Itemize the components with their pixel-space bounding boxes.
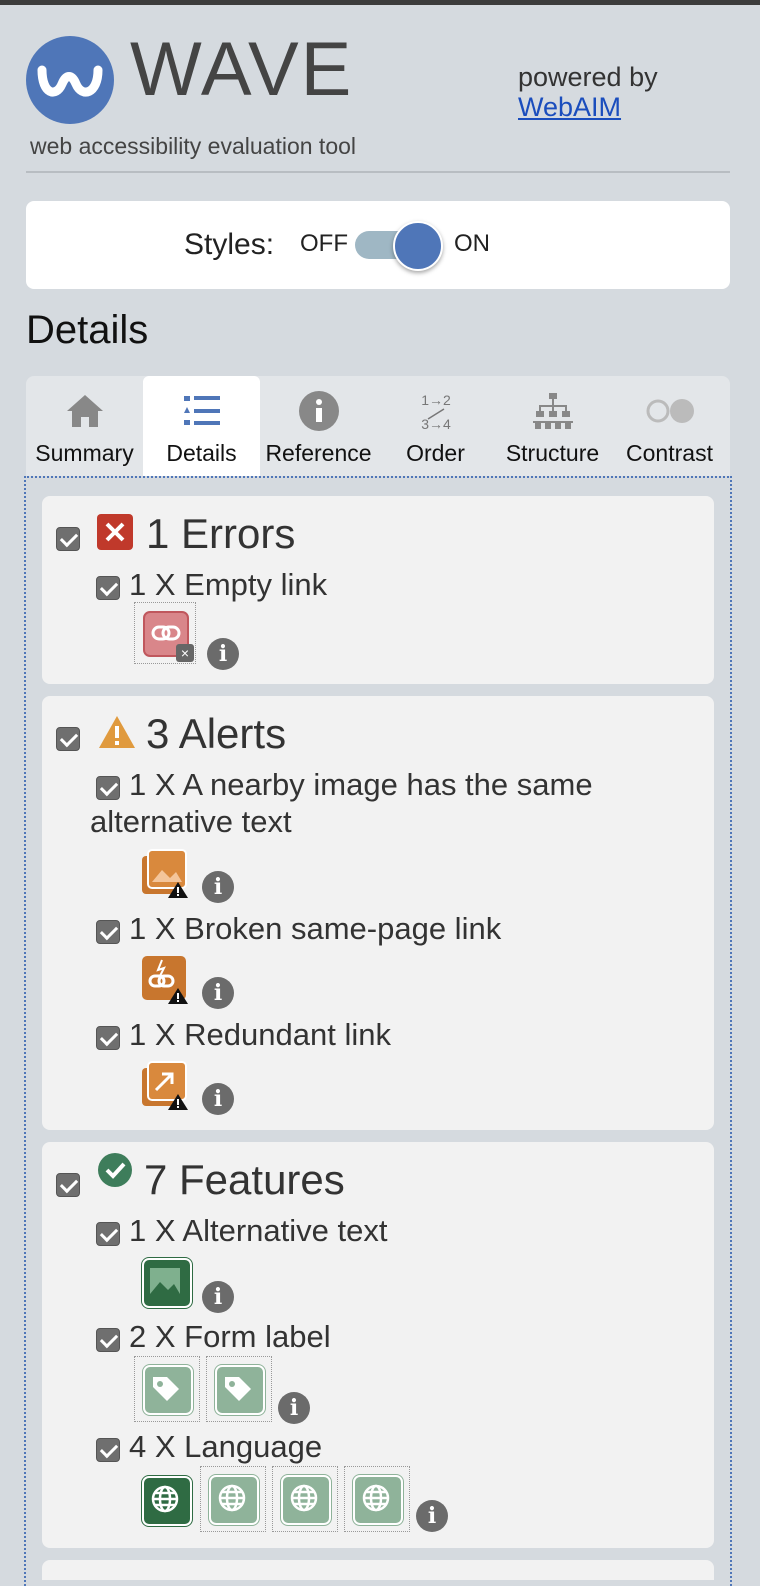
errors-title: 1 Errors [146,510,296,557]
tab-label: Reference [265,440,372,466]
tab-label: Summary [35,440,134,466]
redundant-link-checkbox[interactable] [96,1026,120,1050]
tab-structure[interactable]: Structure [494,376,611,476]
features-title: 7 Features [144,1156,345,1203]
redundant-link-label: 1 X Redundant link [129,1017,391,1052]
form-label-label: 2 X Form label [129,1319,331,1354]
alerts-group: 3 Alerts 1 X A nearby image has the same… [42,696,714,1130]
list-icon [143,390,260,432]
empty-link-icon-frame[interactable]: × [134,602,196,664]
alerts-checkbox[interactable] [56,727,80,751]
language-icon-frame-3[interactable] [272,1466,338,1532]
styles-toggle-knob[interactable] [393,221,443,271]
section-title: Details [26,308,149,352]
wave-logo-text: WAVE [130,27,354,112]
form-label-icon-frame-2[interactable] [206,1356,272,1422]
webaim-link[interactable]: WebAIM [518,92,658,122]
wave-logo-icon [26,36,114,124]
alt-text-checkbox[interactable] [96,1222,120,1246]
nearby-image-label-2: alternative text [90,804,292,839]
features-checkbox[interactable] [56,1173,80,1197]
errors-checkbox[interactable] [56,527,80,551]
empty-link-info-icon[interactable]: i [207,638,239,670]
broken-link-checkbox[interactable] [96,920,120,944]
tab-summary[interactable]: Summary [26,376,143,476]
error-x-icon [97,514,133,550]
alert-triangle-icon [97,714,137,755]
wave-tagline: web accessibility evaluation tool [30,133,357,159]
styles-toggle-panel: Styles: OFF ON [26,201,730,289]
tab-label: Structure [505,440,600,466]
tab-bar: Summary Details Reference 1→2 3→4 Order [26,376,730,476]
features-group: 7 Features 1 X Alternative text i 2 X Fo… [42,1142,714,1548]
styles-label: Styles: [184,228,275,261]
language-icon [353,1475,403,1525]
form-label-icon-frame-1[interactable] [134,1356,200,1422]
error-badge-icon: × [176,644,194,662]
tab-label: Order [406,440,465,466]
tab-label: Contrast [626,440,713,466]
form-label-checkbox[interactable] [96,1328,120,1352]
language-info-icon[interactable]: i [416,1500,448,1532]
language-icon-frame-2[interactable] [200,1466,266,1532]
nearby-image-checkbox[interactable] [96,776,120,800]
language-checkbox[interactable] [96,1438,120,1462]
tab-order[interactable]: 1→2 3→4 Order [377,376,494,476]
tab-reference[interactable]: Reference [260,376,377,476]
alt-text-icon[interactable] [142,1258,192,1308]
language-icon [209,1475,259,1525]
next-group-stub [42,1560,714,1580]
alt-text-info-icon[interactable]: i [202,1281,234,1313]
window-top-bar [0,0,760,5]
order-icon-bottom: 3→4 [421,416,451,432]
nearby-image-info-icon[interactable]: i [202,871,234,903]
empty-link-checkbox[interactable] [96,576,120,600]
tab-details[interactable]: Details [143,376,260,476]
language-icon[interactable] [142,1476,192,1526]
broken-link-icon[interactable] [140,954,190,1004]
nearby-image-label-1: 1 X A nearby image has the same [129,767,593,802]
powered-by-text: powered by [518,62,658,92]
info-icon [260,390,377,432]
language-label: 4 X Language [129,1429,323,1464]
order-icon: 1→2 3→4 [377,390,494,432]
order-icon-top: 1→2 [421,392,451,408]
wave-header: WAVE web accessibility evaluation tool p… [26,32,730,173]
broken-link-info-icon[interactable]: i [202,977,234,1009]
redundant-link-icon[interactable] [140,1060,190,1110]
contrast-icon [611,390,728,432]
tab-label: Details [166,440,237,466]
feature-check-icon [97,1152,133,1193]
alt-text-label: 1 X Alternative text [129,1213,388,1248]
form-label-info-icon[interactable]: i [278,1392,310,1424]
language-icon-frame-4[interactable] [344,1466,410,1532]
home-icon [26,390,143,432]
errors-group: 1 Errors 1 X Empty link × i [42,496,714,684]
redundant-link-info-icon[interactable]: i [202,1083,234,1115]
powered-by: powered by WebAIM [518,62,658,122]
styles-on-label: ON [454,230,490,257]
styles-off-label: OFF [300,230,348,257]
alerts-title: 3 Alerts [146,710,287,757]
broken-link-label: 1 X Broken same-page link [129,911,502,946]
redundant-alt-icon[interactable] [140,848,190,898]
form-label-icon [215,1365,265,1415]
empty-link-label: 1 X Empty link [129,567,328,602]
language-icon [281,1475,331,1525]
structure-icon [494,390,611,432]
tab-contrast[interactable]: Contrast [611,376,728,476]
form-label-icon [143,1365,193,1415]
